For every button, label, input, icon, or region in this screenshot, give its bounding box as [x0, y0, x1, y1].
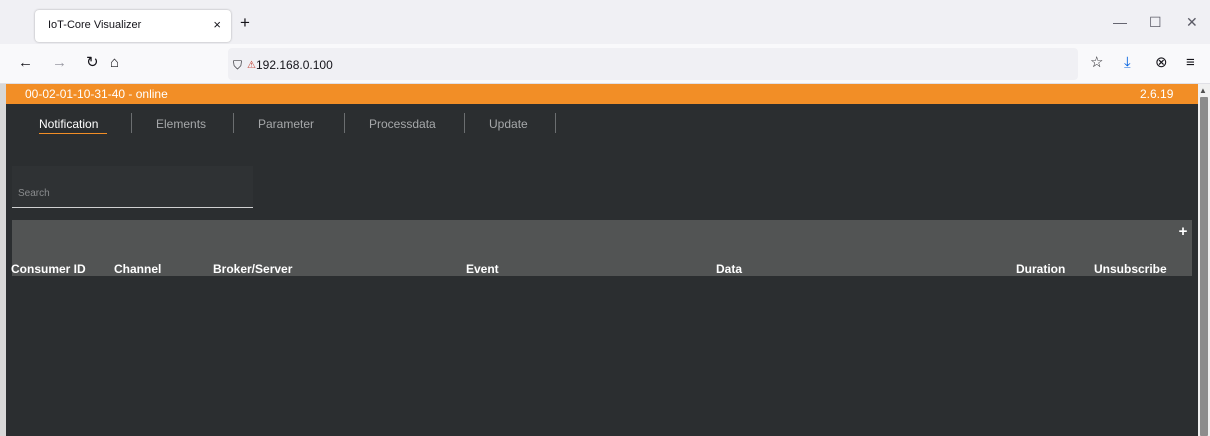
column-data: Data — [716, 262, 743, 276]
add-subscription-button[interactable]: + — [1175, 224, 1191, 240]
tab-update[interactable]: Update — [489, 117, 528, 131]
menu-icon[interactable]: ≡ — [1186, 55, 1195, 71]
browser-tab-title: IoT-Core Visualizer — [48, 19, 142, 31]
download-icon[interactable]: ⤓ — [1124, 55, 1131, 71]
active-tab-underline — [39, 133, 107, 134]
new-tab-icon[interactable]: + — [240, 14, 250, 31]
tab-separator — [555, 113, 556, 133]
column-broker-server: Broker/Server — [213, 262, 293, 276]
close-tab-icon[interactable]: × — [213, 17, 221, 32]
home-icon[interactable]: ⌂ — [110, 55, 119, 71]
search-input[interactable] — [12, 166, 253, 208]
shield-icon[interactable]: ⛉ — [233, 57, 242, 73]
tab-separator — [464, 113, 465, 133]
table-header — [12, 220, 1192, 276]
tab-separator — [233, 113, 234, 133]
version-label: 2.6.19 — [1140, 87, 1174, 101]
column-channel: Channel — [114, 262, 162, 276]
minimize-icon[interactable]: — — [1113, 14, 1127, 30]
scroll-thumb[interactable] — [1200, 97, 1208, 436]
browser-tab[interactable]: IoT-Core Visualizer × — [35, 10, 231, 42]
back-icon[interactable]: ← — [18, 55, 33, 71]
url-text[interactable]: 192.168.0.100 — [256, 58, 333, 72]
column-duration: Duration — [1016, 262, 1066, 276]
tab-separator — [131, 113, 132, 133]
reload-icon[interactable]: ↻ — [86, 55, 99, 71]
maximize-icon[interactable]: ☐ — [1149, 14, 1162, 31]
scroll-up-icon[interactable]: ▲ — [1199, 86, 1207, 95]
device-status: 00-02-01-10-31-40 - online — [25, 87, 168, 101]
column-unsubscribe: Unsubscribe — [1094, 262, 1167, 276]
tab-notification[interactable]: Notification — [39, 117, 98, 131]
tab-processdata[interactable]: Processdata — [369, 117, 436, 131]
forward-icon[interactable]: → — [52, 55, 67, 71]
extension-icon[interactable]: ⊗ — [1155, 55, 1168, 71]
insecure-lock-icon[interactable]: ⚠ — [247, 58, 256, 74]
window-close-icon[interactable]: ✕ — [1186, 14, 1198, 31]
tab-elements[interactable]: Elements — [156, 117, 206, 131]
column-event: Event — [466, 262, 499, 276]
tab-separator — [344, 113, 345, 133]
url-bar[interactable] — [228, 48, 1078, 80]
tab-parameter[interactable]: Parameter — [258, 117, 314, 131]
column-consumer-id: Consumer ID — [11, 262, 86, 276]
bookmark-star-icon[interactable]: ☆ — [1090, 55, 1103, 71]
status-bar — [6, 84, 1198, 104]
